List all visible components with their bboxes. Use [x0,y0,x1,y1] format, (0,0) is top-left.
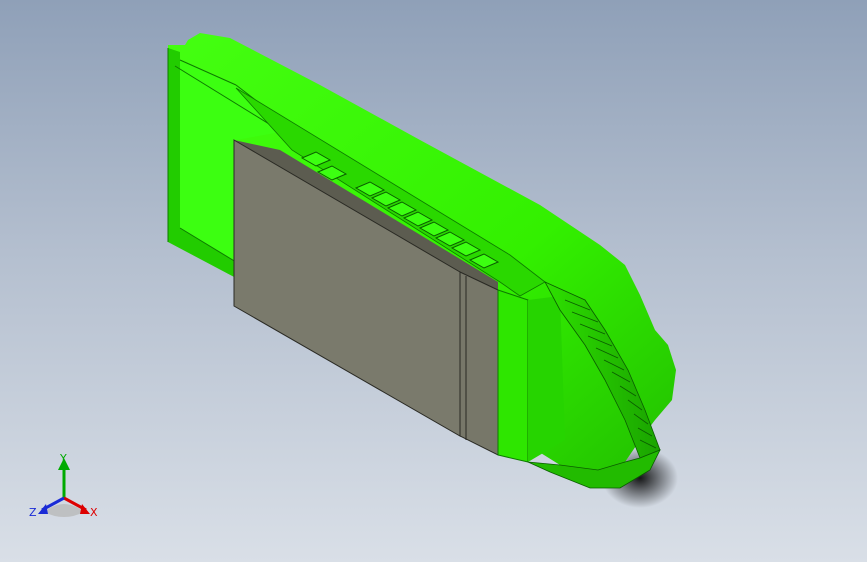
usb-drive-model[interactable] [167,33,678,508]
triad-x-label: X [90,506,98,519]
body-end-lip [528,296,565,462]
orientation-triad[interactable]: Y X Z [29,452,98,519]
graphics-viewport[interactable]: Y X Z [0,0,867,562]
body-end-face [497,289,529,463]
triad-y-label: Y [59,452,67,465]
triad-z-label: Z [29,506,37,519]
triad-z-arrow [38,504,48,514]
triad-x-arrow [80,504,90,514]
